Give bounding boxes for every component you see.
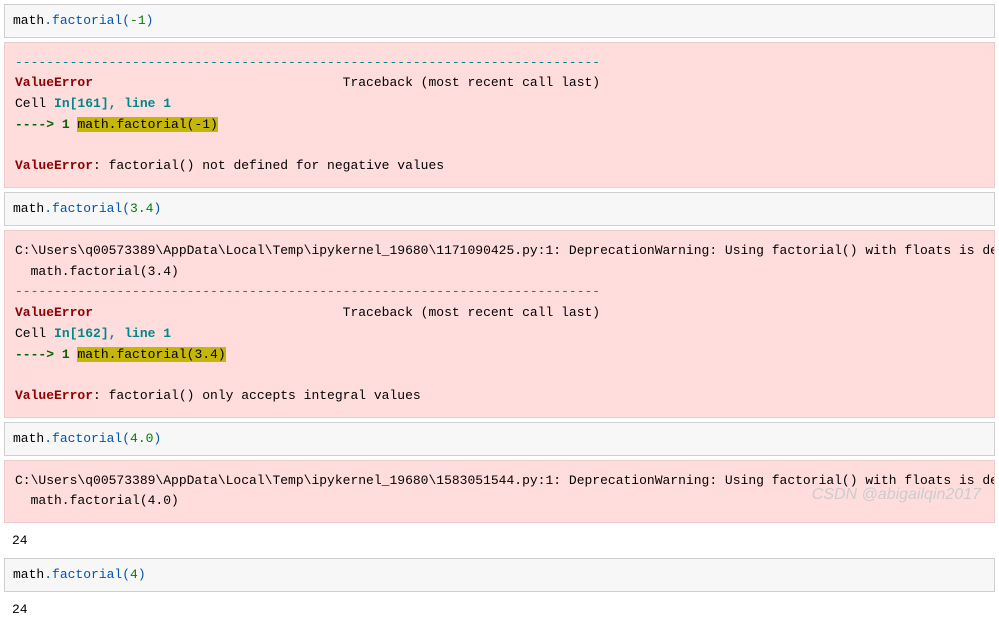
- deprecation-warning-code: math.factorial(3.4): [15, 264, 179, 279]
- cell-output: 24: [4, 527, 995, 554]
- code-token: 4.0: [130, 431, 153, 446]
- cell-ref: In[162], line 1: [54, 326, 171, 341]
- code-token: ): [138, 567, 146, 582]
- highlighted-code: math.factorial(-1): [77, 117, 217, 132]
- code-cell[interactable]: math.factorial(4): [4, 558, 995, 592]
- code-token: ): [153, 431, 161, 446]
- traceback-label: Traceback (most recent call last): [343, 305, 600, 320]
- error-message: factorial() not defined for negative val…: [109, 158, 444, 173]
- code-token: .factorial(: [44, 13, 130, 28]
- error-output: ----------------------------------------…: [4, 42, 995, 189]
- deprecation-warning-path: C:\Users\q00573389\AppData\Local\Temp\ip…: [15, 243, 995, 258]
- code-token: -1: [130, 13, 146, 28]
- code-token: math: [13, 201, 44, 216]
- output-text: 24: [12, 533, 28, 548]
- traceback-arrow: ---->: [15, 117, 62, 132]
- error-name: ValueError: [15, 388, 93, 403]
- code-token: .factorial(: [44, 201, 130, 216]
- traceback-divider: ----------------------------------------…: [15, 284, 600, 299]
- code-cell[interactable]: math.factorial(-1): [4, 4, 995, 38]
- cell-ref-prefix: Cell: [15, 326, 54, 341]
- code-cell[interactable]: math.factorial(3.4): [4, 192, 995, 226]
- code-token: .factorial(: [44, 567, 130, 582]
- code-token: ): [153, 201, 161, 216]
- error-name: ValueError: [15, 75, 93, 90]
- error-message: factorial() only accepts integral values: [109, 388, 421, 403]
- highlighted-code: math.factorial(3.4): [77, 347, 225, 362]
- code-token: ): [146, 13, 154, 28]
- deprecation-warning-code: math.factorial(4.0): [15, 493, 179, 508]
- traceback-divider: ----------------------------------------…: [15, 55, 600, 70]
- deprecation-warning-path: C:\Users\q00573389\AppData\Local\Temp\ip…: [15, 473, 995, 488]
- traceback-label: Traceback (most recent call last): [343, 75, 600, 90]
- code-token: math: [13, 13, 44, 28]
- code-token: .factorial(: [44, 431, 130, 446]
- cell-output: 24: [4, 596, 995, 623]
- traceback-arrow: ---->: [15, 347, 62, 362]
- traceback-lineno: 1: [62, 117, 70, 132]
- code-token: math: [13, 567, 44, 582]
- warning-output: C:\Users\q00573389\AppData\Local\Temp\ip…: [4, 460, 995, 524]
- error-output: C:\Users\q00573389\AppData\Local\Temp\ip…: [4, 230, 995, 418]
- cell-ref: In[161], line 1: [54, 96, 171, 111]
- code-token: math: [13, 431, 44, 446]
- traceback-lineno: 1: [62, 347, 70, 362]
- code-cell[interactable]: math.factorial(4.0): [4, 422, 995, 456]
- error-name: ValueError: [15, 158, 93, 173]
- error-name: ValueError: [15, 305, 93, 320]
- cell-ref-prefix: Cell: [15, 96, 54, 111]
- code-token: 4: [130, 567, 138, 582]
- code-token: 3.4: [130, 201, 153, 216]
- output-text: 24: [12, 602, 28, 617]
